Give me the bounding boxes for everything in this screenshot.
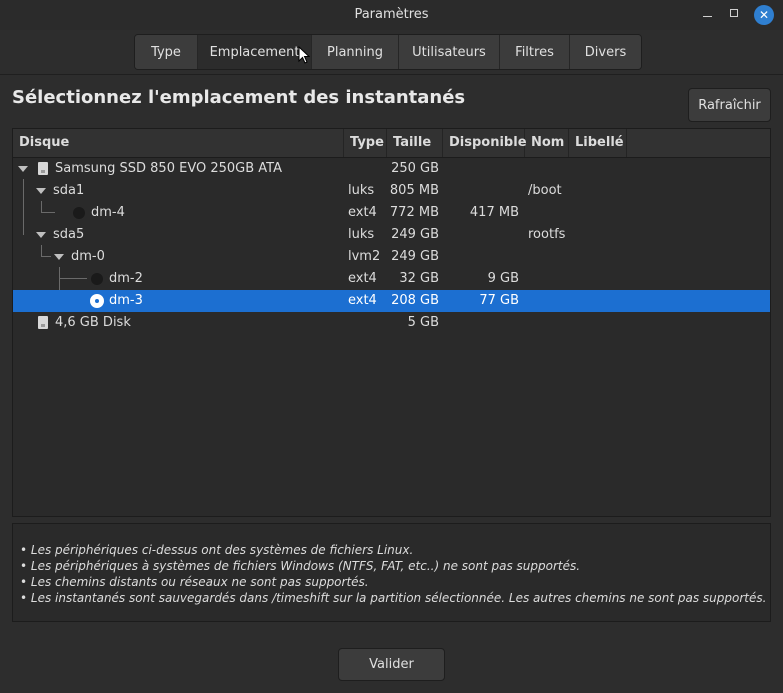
column-header-taille[interactable]: Taille [387, 129, 443, 157]
maximize-icon[interactable] [725, 6, 743, 24]
cell-available: 417 MB [469, 205, 519, 220]
cell-type: lvm2 [348, 249, 381, 264]
tab-divers[interactable]: Divers [570, 35, 641, 69]
expander-icon[interactable] [36, 188, 46, 194]
table-row[interactable]: dm-0 lvm2 249 GB [13, 246, 770, 268]
expander-icon[interactable] [36, 232, 46, 238]
column-header-libelle[interactable]: Libellé [569, 129, 627, 157]
cell-disk: sda5 [53, 227, 85, 242]
column-header-disponible[interactable]: Disponible [443, 129, 527, 157]
cell-available [443, 246, 519, 268]
table-row[interactable]: dm-4 ext4 772 MB 417 MB [13, 202, 770, 224]
cell-type: luks [348, 183, 375, 198]
cell-disk: sda1 [53, 183, 85, 198]
cell-available [443, 224, 519, 246]
refresh-button[interactable]: Rafraîchir [688, 88, 771, 122]
cell-available [443, 158, 519, 180]
cell-available: 9 GB [487, 271, 519, 286]
cell-size: 805 MB [389, 183, 439, 198]
cell-name: rootfs [528, 227, 566, 242]
table-row-selected[interactable]: dm-3 ext4 208 GB 77 GB [13, 290, 770, 312]
cell-size: 5 GB [407, 315, 439, 330]
cell-disk: dm-3 [109, 293, 143, 308]
cell-size: 249 GB [391, 227, 439, 242]
radio-button[interactable] [91, 273, 103, 285]
note-line: • Les périphériques à systèmes de fichie… [20, 559, 581, 573]
title-bar: Paramètres ✕ [0, 0, 783, 30]
cell-name: /boot [528, 183, 562, 198]
cell-size: 208 GB [391, 293, 439, 308]
expander-icon[interactable] [18, 166, 28, 172]
radio-button-selected[interactable] [90, 294, 104, 308]
tab-emplacement[interactable]: Emplacement [198, 35, 312, 69]
cell-disk: 4,6 GB Disk [55, 315, 131, 330]
drive-icon [38, 316, 48, 329]
cell-disk: Samsung SSD 850 EVO 250GB ATA [55, 161, 282, 176]
cell-available: 77 GB [479, 293, 519, 308]
cell-available [443, 180, 519, 202]
cell-disk: dm-2 [109, 271, 143, 286]
minimize-icon[interactable] [698, 6, 716, 24]
column-header-disque[interactable]: Disque [13, 129, 344, 157]
cell-type: ext4 [348, 271, 377, 286]
close-icon[interactable]: ✕ [754, 5, 774, 25]
table-row[interactable]: 4,6 GB Disk 5 GB [13, 312, 770, 334]
separator [0, 74, 783, 75]
table-row[interactable]: Samsung SSD 850 EVO 250GB ATA 250 GB [13, 158, 770, 180]
cell-type: ext4 [348, 205, 377, 220]
table-header: Disque Type Taille Disponible Nom Libell… [13, 129, 770, 158]
table-row[interactable]: sda1 luks 805 MB /boot [13, 180, 770, 202]
column-header-type[interactable]: Type [344, 129, 387, 157]
note-line: • Les instantanés sont sauvegardés dans … [20, 591, 767, 605]
expander-icon[interactable] [54, 254, 64, 260]
window-title: Paramètres [354, 7, 429, 22]
page-title: Sélectionnez l'emplacement des instantan… [12, 87, 466, 108]
tab-bar: Type Emplacement Planning Utilisateurs F… [134, 34, 642, 70]
note-line: • Les périphériques ci-dessus ont des sy… [20, 543, 414, 557]
cell-size: 32 GB [399, 271, 439, 286]
cell-type: luks [348, 227, 375, 242]
validate-button[interactable]: Valider [338, 648, 445, 681]
cell-disk: dm-4 [91, 205, 125, 220]
cell-size: 250 GB [391, 161, 439, 176]
cell-available [443, 312, 519, 334]
column-header-nom[interactable]: Nom [525, 129, 569, 157]
info-notes: • Les périphériques ci-dessus ont des sy… [12, 523, 771, 622]
table-row[interactable]: sda5 luks 249 GB rootfs [13, 224, 770, 246]
cell-disk: dm-0 [71, 249, 105, 264]
mouse-cursor-icon [298, 46, 310, 64]
radio-button[interactable] [73, 207, 85, 219]
note-line: • Les chemins distants ou réseaux ne son… [20, 575, 369, 589]
cell-size: 772 MB [389, 205, 439, 220]
tab-utilisateurs[interactable]: Utilisateurs [399, 35, 500, 69]
drive-icon [38, 162, 48, 175]
tab-type[interactable]: Type [135, 35, 198, 69]
cell-type: ext4 [348, 293, 377, 308]
table-row[interactable]: dm-2 ext4 32 GB 9 GB [13, 268, 770, 290]
tab-planning[interactable]: Planning [312, 35, 399, 69]
disk-tree[interactable]: Disque Type Taille Disponible Nom Libell… [12, 128, 771, 517]
cell-size: 249 GB [391, 249, 439, 264]
tab-filtres[interactable]: Filtres [500, 35, 570, 69]
